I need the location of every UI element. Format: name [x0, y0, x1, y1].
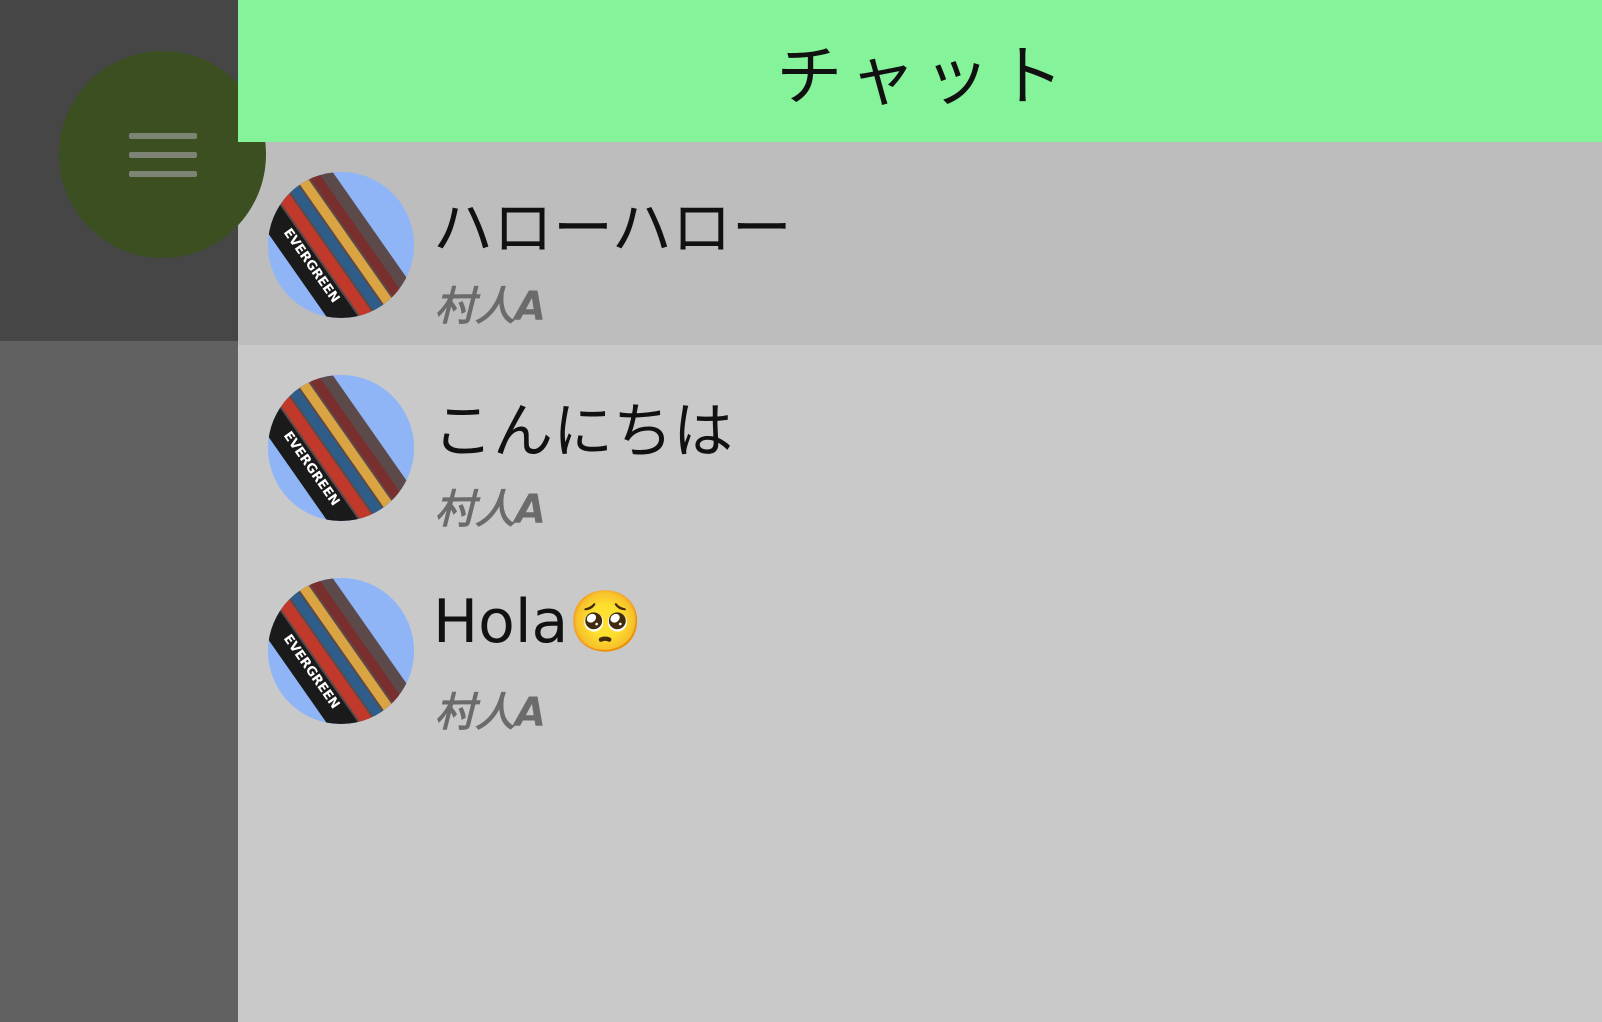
chat-title: こんにちは [433, 397, 733, 467]
chat-sender: 村人A [435, 487, 546, 533]
chat-sender: 村人A [435, 284, 546, 330]
chat-title: ハローハロー [433, 194, 792, 264]
menu-button[interactable] [59, 51, 266, 258]
app-header: チャット [238, 0, 1602, 142]
drawer-scrim-bottom [0, 341, 238, 1022]
chat-sender: 村人A [435, 690, 546, 736]
chat-list-item[interactable]: EVERGREEN Hola🥺 村人A [238, 548, 1602, 751]
page-title: チャット [776, 38, 1072, 115]
avatar: EVERGREEN [268, 172, 414, 318]
chat-list-item[interactable]: EVERGREEN ハローハロー 村人A [238, 142, 1602, 345]
avatar: EVERGREEN [268, 578, 414, 724]
chat-title: Hola🥺 [433, 587, 643, 657]
menu-icon [129, 133, 197, 177]
chat-list: EVERGREEN ハローハロー 村人A EVERGREEN こんにちは 村人A… [238, 142, 1602, 1022]
avatar: EVERGREEN [268, 375, 414, 521]
chat-list-item[interactable]: EVERGREEN こんにちは 村人A [238, 345, 1602, 548]
